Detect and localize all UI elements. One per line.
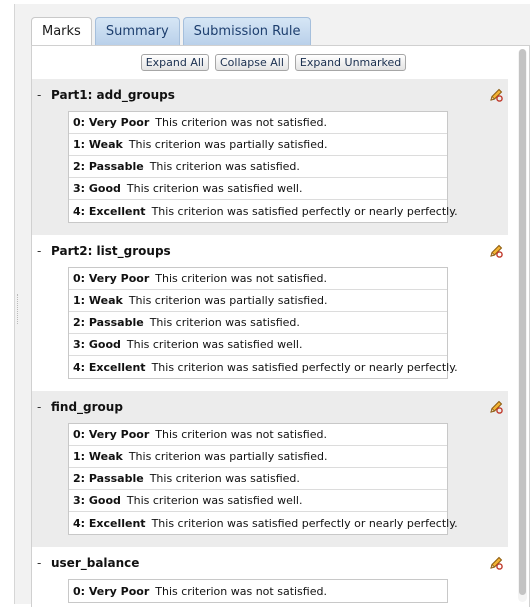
level-name: 4: Excellent [73, 204, 146, 218]
level-row[interactable]: 4: Excellent This criterion was satisfied… [69, 356, 458, 378]
collapse-toggle[interactable]: - [37, 400, 49, 414]
levels-table: 0: Very Poor This criterion was not satis… [68, 579, 448, 603]
level-name: 0: Very Poor [73, 116, 150, 129]
criterion-header: - find_group [32, 391, 508, 423]
criterion-user-balance: - user_balance 0: Very Poor This criterio… [32, 547, 508, 607]
level-description: This criterion was not satisfied. [155, 272, 327, 285]
criterion-part2-list-groups: - Part2: list_groups 0: Very Poor This cr… [32, 235, 508, 391]
tab-summary[interactable]: Summary [94, 17, 180, 45]
level-description: This criterion was satisfied well. [126, 494, 303, 507]
level-description: This criterion was not satisfied. [155, 116, 327, 129]
criterion-header: - user_balance [32, 547, 508, 579]
criterion-header: - Part1: add_groups [32, 79, 508, 111]
level-name: 3: Good [73, 494, 121, 507]
level-row[interactable]: 3: Good This criterion was satisfied well… [69, 334, 447, 356]
level-row[interactable]: 0: Very Poor This criterion was not satis… [69, 424, 447, 446]
resize-grip[interactable] [17, 294, 21, 324]
criterion-name: find_group [51, 400, 123, 414]
pencil-edit-icon[interactable] [488, 243, 504, 259]
tab-bar: Marks Summary Submission Rule [31, 17, 314, 45]
expand-unmarked-button[interactable]: Expand Unmarked [294, 54, 407, 71]
level-description: This criterion was not satisfied. [155, 584, 327, 598]
collapse-all-button[interactable]: Collapse All [215, 54, 289, 71]
level-name: 2: Passable [73, 316, 144, 329]
level-row[interactable]: 4: Excellent This criterion was satisfied… [69, 200, 458, 222]
pencil-edit-icon[interactable] [488, 555, 504, 571]
criterion-part1-add-groups: - Part1: add_groups 0: Very Poor This cri… [32, 79, 508, 235]
level-description: This criterion was not satisfied. [155, 428, 327, 441]
level-row[interactable]: 4: Excellent This criterion was satisfied… [69, 512, 458, 534]
criterion-header: - Part2: list_groups [32, 235, 508, 267]
level-description: This criterion was partially satisfied. [128, 294, 328, 307]
levels-table: 0: Very Poor This criterion was not satis… [68, 111, 458, 223]
level-description: This criterion was satisfied well. [126, 338, 303, 351]
level-description: This criterion was satisfied perfectly o… [151, 516, 458, 530]
level-name: 3: Good [73, 338, 121, 351]
level-name: 4: Excellent [73, 360, 146, 374]
level-name: 1: Weak [73, 450, 123, 463]
level-description: This criterion was satisfied well. [126, 182, 303, 195]
levels-table: 0: Very Poor This criterion was not satis… [68, 267, 458, 379]
marks-content: Expand All Collapse All Expand Unmarked … [31, 45, 530, 607]
level-name: 2: Passable [73, 472, 144, 485]
scrollbar-thumb[interactable] [519, 49, 526, 595]
level-description: This criterion was satisfied. [149, 316, 300, 329]
level-row[interactable]: 2: Passable This criterion was satisfied. [69, 312, 447, 334]
level-row[interactable]: 2: Passable This criterion was satisfied. [69, 468, 447, 490]
level-name: 0: Very Poor [73, 428, 150, 441]
level-row[interactable]: 2: Passable This criterion was satisfied. [69, 156, 447, 178]
level-row[interactable]: 3: Good This criterion was satisfied well… [69, 178, 447, 200]
marks-panel: Marks Summary Submission Rule Expand All… [14, 4, 530, 607]
level-name: 4: Excellent [73, 516, 146, 530]
tab-submission-rule[interactable]: Submission Rule [182, 17, 312, 45]
pencil-edit-icon[interactable] [488, 399, 504, 415]
tab-marks[interactable]: Marks [31, 17, 92, 45]
level-description: This criterion was satisfied perfectly o… [151, 204, 458, 218]
level-name: 0: Very Poor [73, 272, 150, 285]
action-bar: Expand All Collapse All Expand Unmarked [32, 46, 529, 79]
level-description: This criterion was satisfied. [149, 472, 300, 485]
levels-table: 0: Very Poor This criterion was not satis… [68, 423, 458, 535]
pencil-edit-icon[interactable] [488, 87, 504, 103]
level-name: 3: Good [73, 182, 121, 195]
level-row[interactable]: 3: Good This criterion was satisfied well… [69, 490, 447, 512]
level-name: 2: Passable [73, 160, 144, 173]
criteria-list: - Part1: add_groups 0: Very Poor This cri… [32, 79, 529, 607]
collapse-toggle[interactable]: - [37, 556, 49, 570]
expand-all-button[interactable]: Expand All [140, 54, 209, 71]
level-name: 0: Very Poor [73, 584, 150, 598]
criterion-name: Part1: add_groups [51, 88, 175, 102]
collapse-toggle[interactable]: - [37, 244, 49, 258]
level-description: This criterion was satisfied perfectly o… [151, 360, 458, 374]
level-row[interactable]: 0: Very Poor This criterion was not satis… [69, 580, 447, 602]
criterion-name: user_balance [51, 556, 140, 570]
vertical-scrollbar[interactable] [518, 49, 527, 602]
level-row[interactable]: 1: Weak This criterion was partially sati… [69, 446, 447, 468]
level-row[interactable]: 0: Very Poor This criterion was not satis… [69, 112, 447, 134]
level-name: 1: Weak [73, 294, 123, 307]
level-description: This criterion was satisfied. [149, 160, 300, 173]
level-row[interactable]: 1: Weak This criterion was partially sati… [69, 134, 447, 156]
level-name: 1: Weak [73, 138, 123, 151]
level-description: This criterion was partially satisfied. [128, 138, 328, 151]
criterion-find-group: - find_group 0: Very Poor This criterion … [32, 391, 508, 547]
level-description: This criterion was partially satisfied. [128, 450, 328, 463]
level-row[interactable]: 0: Very Poor This criterion was not satis… [69, 268, 447, 290]
collapse-toggle[interactable]: - [37, 88, 49, 102]
level-row[interactable]: 1: Weak This criterion was partially sati… [69, 290, 447, 312]
criterion-name: Part2: list_groups [51, 244, 171, 258]
